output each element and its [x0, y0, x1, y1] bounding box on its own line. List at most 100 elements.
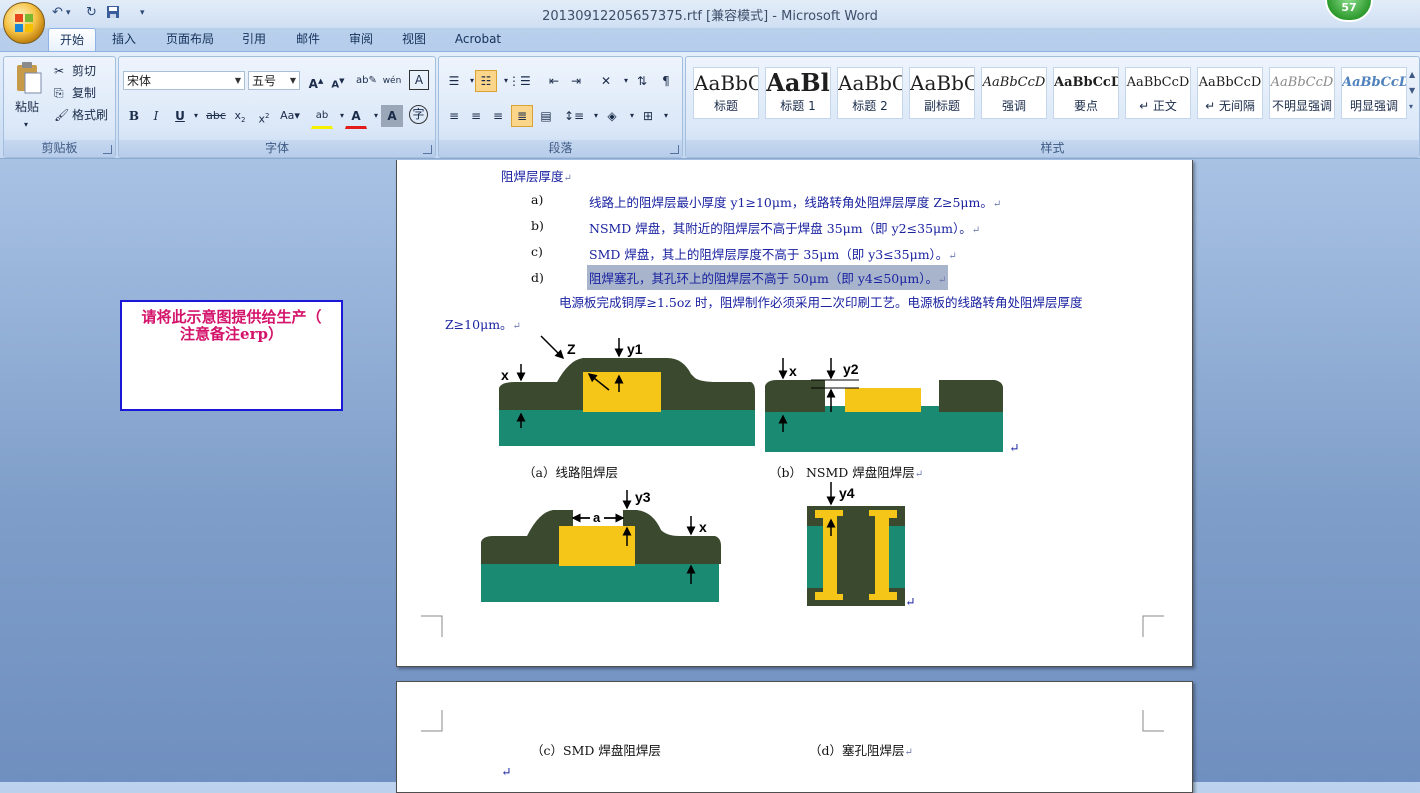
ribbon: 粘贴 ▾ ✂ 剪切 ⎘ 复制 🖌 格式刷 剪贴板 宋体 ▼ 五号 ▼ A▲ A▼…: [0, 51, 1420, 159]
caption-c: （c）SMD 焊盘阻焊层: [531, 743, 661, 758]
phonetic-guide-icon[interactable]: wén: [381, 70, 403, 92]
font-size-value: 五号: [252, 74, 277, 88]
style-intense-emphasis[interactable]: AaBbCcD 明显强调: [1341, 67, 1407, 119]
styles-scroll[interactable]: ▲ ▼ ▾: [1409, 67, 1417, 117]
clipboard-group-label: 剪贴板: [4, 140, 115, 157]
multilevel-list-icon[interactable]: ⋮☰: [507, 70, 531, 92]
cut-icon[interactable]: ✂: [54, 61, 64, 81]
paragraph-group: ☰ ▾ ☷ ▾ ⋮☰ ⇤ ⇥ ✕ ▾ ⇅ ¶ ≡ ≡ ≡ ≣ ▤ ↕≡ ▾ ◈ …: [438, 56, 683, 158]
style-name: 强调: [1001, 99, 1026, 113]
distributed-icon[interactable]: ▤: [535, 105, 557, 127]
decrease-indent-icon[interactable]: ⇤: [543, 70, 565, 92]
style-no-spacing[interactable]: AaBbCcD ↵ 无间隔: [1197, 67, 1263, 119]
list-item: NSMD 焊盘，其附近的阻焊层不高于焊盘 35μm（即 y2≤35μm）。↵: [589, 221, 981, 236]
character-border-icon[interactable]: A: [409, 70, 429, 90]
crop-mark: [421, 710, 443, 732]
style-strong[interactable]: AaBbCcD 要点: [1053, 67, 1119, 119]
list-item: 线路上的阻焊层最小厚度 y1≥10μm，线路转角处阻焊层厚度 Z≥5μm。↵: [589, 195, 1002, 210]
style-sample: AaBbCcD: [1270, 75, 1334, 90]
sort-icon[interactable]: ⇅: [631, 70, 653, 92]
label-x: x: [699, 519, 707, 535]
style-subtle-emphasis[interactable]: AaBbCcD 不明显强调: [1269, 67, 1335, 119]
change-case-icon[interactable]: Aa▾: [279, 105, 301, 127]
section-heading: 阻焊层厚度↵: [501, 169, 572, 184]
label-x: x: [789, 363, 797, 379]
style-normal[interactable]: AaBbCcD ↵ 正文: [1125, 67, 1191, 119]
style-subtitle[interactable]: AaBbC 副标题: [909, 67, 975, 119]
tab-page-layout[interactable]: 页面布局: [160, 28, 220, 51]
font-launcher-icon[interactable]: [423, 145, 432, 154]
style-emphasis[interactable]: AaBbCcD 强调: [981, 67, 1047, 119]
format-painter-icon[interactable]: 🖌: [54, 105, 69, 125]
style-sample: AaBl: [766, 68, 830, 97]
cut-button[interactable]: 剪切: [72, 61, 96, 81]
format-painter-button[interactable]: 格式刷: [72, 105, 108, 125]
font-group: 宋体 ▼ 五号 ▼ A▲ A▼ ab✎ wén A B I U ▾ abc x2…: [118, 56, 436, 158]
font-name-select[interactable]: 宋体 ▼: [123, 71, 245, 90]
numbering-icon[interactable]: ☷: [475, 70, 497, 92]
align-right-icon[interactable]: ≡: [487, 105, 509, 127]
align-left-icon[interactable]: ≡: [443, 105, 465, 127]
tab-home[interactable]: 开始: [48, 28, 96, 52]
tab-references[interactable]: 引用: [236, 28, 272, 51]
paragraph-launcher-icon[interactable]: [670, 145, 679, 154]
shrink-font-icon[interactable]: A▼: [327, 70, 349, 92]
subscript-icon[interactable]: x2: [229, 105, 251, 127]
style-title[interactable]: AaBbC 标题: [693, 67, 759, 119]
font-color-icon[interactable]: A: [345, 105, 367, 129]
tab-view[interactable]: 视图: [396, 28, 432, 51]
chinese-layout-icon[interactable]: ✕: [595, 70, 617, 92]
production-note-box[interactable]: 请将此示意图提供给生产（ 注意备注erp）: [120, 300, 343, 411]
tab-mailings[interactable]: 邮件: [290, 28, 326, 51]
font-size-select[interactable]: 五号 ▼: [248, 71, 300, 90]
figure-d: y4: [807, 482, 905, 606]
copper-pad: [845, 388, 921, 412]
bold-icon[interactable]: B: [123, 105, 145, 127]
shading-icon[interactable]: ◈: [601, 105, 623, 127]
enclose-character-icon[interactable]: 字: [409, 105, 428, 124]
label-x: x: [501, 367, 509, 383]
copy-icon[interactable]: ⎘: [54, 83, 64, 103]
paste-icon[interactable]: [13, 61, 43, 95]
strikethrough-icon[interactable]: abc: [205, 105, 227, 127]
paragraph-group-label: 段落: [439, 140, 682, 157]
show-marks-icon[interactable]: ¶: [655, 70, 677, 92]
note-line-1: 请将此示意图提供给生产（: [141, 308, 322, 326]
increase-indent-icon[interactable]: ⇥: [565, 70, 587, 92]
clipboard-launcher-icon[interactable]: [103, 145, 112, 154]
chevron-down-icon[interactable]: ▼: [287, 72, 299, 89]
borders-dropdown-icon[interactable]: ▾: [655, 105, 677, 127]
style-sample: AaBbCcD: [1198, 75, 1262, 90]
align-center-icon[interactable]: ≡: [465, 105, 487, 127]
style-name: ↵ 正文: [1139, 99, 1177, 113]
caption-a: （a）线路阻焊层: [523, 465, 618, 480]
copy-button[interactable]: 复制: [72, 83, 96, 103]
paste-dropdown-icon[interactable]: ▾: [24, 115, 28, 135]
highlight-icon[interactable]: ab: [311, 105, 333, 129]
office-button[interactable]: [3, 2, 45, 44]
character-shading-icon[interactable]: A: [381, 105, 403, 127]
line-spacing-icon[interactable]: ↕≡: [563, 105, 585, 127]
paste-button[interactable]: 粘贴: [15, 97, 39, 117]
list-item-selected: 阻焊塞孔，其孔环上的阻焊层不高于 50μm（即 y4≤50μm）。↵: [587, 265, 949, 290]
tab-review[interactable]: 审阅: [342, 28, 380, 51]
underline-dropdown-icon[interactable]: ▾: [185, 105, 207, 127]
clear-formatting-icon[interactable]: ab✎: [355, 70, 377, 92]
grow-font-icon[interactable]: A▲: [305, 70, 327, 92]
list-marker: b): [531, 218, 544, 233]
style-heading-1[interactable]: AaBl 标题 1: [765, 67, 831, 119]
style-sample: AaBbCcD: [982, 75, 1046, 90]
justify-icon[interactable]: ≣: [511, 105, 533, 127]
style-sample: AaBbCcD: [1342, 75, 1406, 90]
chevron-down-icon[interactable]: ▼: [232, 72, 244, 89]
document-page-1[interactable]: 阻焊层厚度↵ a) 线路上的阻焊层最小厚度 y1≥10μm，线路转角处阻焊层厚度…: [396, 160, 1193, 667]
superscript-icon[interactable]: x2: [253, 105, 275, 127]
document-page-2[interactable]: （c）SMD 焊盘阻焊层 （d）塞孔阻焊层↵ ↵: [396, 681, 1193, 793]
paragraph-line: 电源板完成铜厚≥1.5oz 时，阻焊制作必须采用二次印刷工艺。电源板的线路转角处…: [559, 295, 1083, 310]
tab-insert[interactable]: 插入: [104, 28, 144, 51]
style-heading-2[interactable]: AaBbC 标题 2: [837, 67, 903, 119]
style-name: 标题 2: [852, 99, 888, 113]
style-sample: AaBbC: [910, 71, 974, 95]
italic-icon[interactable]: I: [145, 105, 167, 127]
tab-acrobat[interactable]: Acrobat: [446, 28, 510, 51]
